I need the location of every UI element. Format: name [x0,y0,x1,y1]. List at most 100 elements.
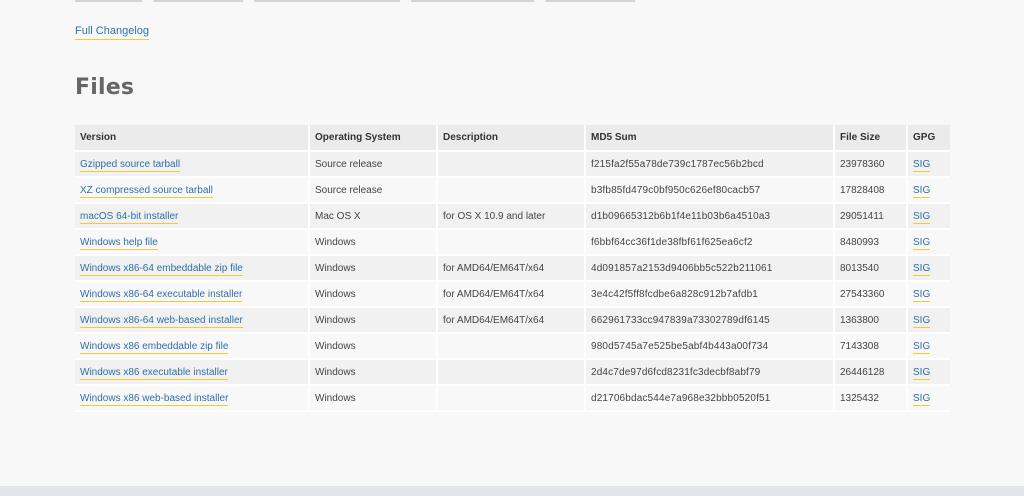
signature-link[interactable]: SIG [913,210,931,224]
version-cell: Windows x86 web-based installer [75,386,310,412]
description-cell: for AMD64/EM64T/x64 [438,256,586,282]
os-cell: Windows [310,282,438,308]
column-header-gpg: GPG [908,125,950,152]
download-link[interactable]: macOS 64-bit installer [80,210,179,224]
signature-link[interactable]: SIG [913,262,931,276]
file-size-cell: 7143308 [835,334,908,360]
md5-cell: f6bbf64cc36f1de38fbf61f625ea6cf2 [586,230,835,256]
description-cell [438,386,586,412]
download-link[interactable]: Windows x86 web-based installer [80,392,229,406]
gpg-cell: SIG [908,152,950,178]
version-cell: Windows x86 executable installer [75,360,310,386]
download-link[interactable]: Windows x86-64 executable installer [80,288,243,302]
column-header-file-size: File Size [835,125,908,152]
version-cell: XZ compressed source tarball [75,178,310,204]
signature-link[interactable]: SIG [913,314,931,328]
gpg-cell: SIG [908,204,950,230]
gpg-cell: SIG [908,386,950,412]
cropped-paragraph-text [75,0,635,2]
signature-link[interactable]: SIG [913,288,931,302]
table-row: Windows x86-64 web-based installer Windo… [75,308,950,334]
os-cell: Source release [310,152,438,178]
file-size-cell: 1325432 [835,386,908,412]
download-link[interactable]: Windows x86-64 web-based installer [80,314,243,328]
version-cell: Windows x86-64 web-based installer [75,308,310,334]
md5-cell: 4d091857a2153d9406bb5c522b211061 [586,256,835,282]
os-cell: Windows [310,386,438,412]
md5-cell: 662961733cc947839a73302789df6145 [586,308,835,334]
version-cell: macOS 64-bit installer [75,204,310,230]
signature-link[interactable]: SIG [913,184,931,198]
file-size-cell: 8013540 [835,256,908,282]
signature-link[interactable]: SIG [913,236,931,250]
download-link[interactable]: Windows x86-64 embeddable zip file [80,262,243,276]
gpg-cell: SIG [908,282,950,308]
column-header-operating-system: Operating System [310,125,438,152]
signature-link[interactable]: SIG [913,392,931,406]
description-cell [438,334,586,360]
description-cell: for OS X 10.9 and later [438,204,586,230]
column-header-version: Version [75,125,310,152]
download-link[interactable]: Windows x86 executable installer [80,366,228,380]
os-cell: Mac OS X [310,204,438,230]
file-size-cell: 17828408 [835,178,908,204]
table-row: Windows x86-64 embeddable zip file Windo… [75,256,950,282]
file-size-cell: 29051411 [835,204,908,230]
os-cell: Windows [310,360,438,386]
os-cell: Windows [310,256,438,282]
os-cell: Windows [310,230,438,256]
file-size-cell: 27543360 [835,282,908,308]
description-cell: for AMD64/EM64T/x64 [438,308,586,334]
os-cell: Source release [310,178,438,204]
version-cell: Gzipped source tarball [75,152,310,178]
md5-cell: 3e4c42f5ff8fcdbe6a828c912b7afdb1 [586,282,835,308]
full-changelog-link[interactable]: Full Changelog [75,24,149,40]
version-cell: Windows x86-64 embeddable zip file [75,256,310,282]
files-table: Version Operating System Description MD5… [75,125,950,412]
md5-cell: f215fa2f55a78de739c1787ec56b2bcd [586,152,835,178]
signature-link[interactable]: SIG [913,340,931,354]
gpg-cell: SIG [908,256,950,282]
download-link[interactable]: Windows x86 embeddable zip file [80,340,229,354]
files-heading: Files [75,75,135,100]
os-cell: Windows [310,308,438,334]
column-header-md5-sum: MD5 Sum [586,125,835,152]
table-row: XZ compressed source tarball Source rele… [75,178,950,204]
table-row: Windows help file Windows f6bbf64cc36f1d… [75,230,950,256]
gpg-cell: SIG [908,308,950,334]
table-row: Windows x86 web-based installer Windows … [75,386,950,412]
table-row: Windows x86 embeddable zip file Windows … [75,334,950,360]
download-link[interactable]: Gzipped source tarball [80,158,181,172]
file-size-cell: 26446128 [835,360,908,386]
version-cell: Windows help file [75,230,310,256]
download-link[interactable]: XZ compressed source tarball [80,184,213,198]
description-cell [438,230,586,256]
file-size-cell: 1363800 [835,308,908,334]
description-cell: for AMD64/EM64T/x64 [438,282,586,308]
version-cell: Windows x86-64 executable installer [75,282,310,308]
md5-cell: 2d4c7de97d6fcd8231fc3decbf8abf79 [586,360,835,386]
md5-cell: d21706bdac544e7a968e32bbb0520f51 [586,386,835,412]
file-size-cell: 23978360 [835,152,908,178]
md5-cell: 980d5745a7e525be5abf4b443a00f734 [586,334,835,360]
page-footer-strip [0,486,1024,496]
column-header-description: Description [438,125,586,152]
file-size-cell: 8480993 [835,230,908,256]
signature-link[interactable]: SIG [913,158,931,172]
signature-link[interactable]: SIG [913,366,931,380]
version-cell: Windows x86 embeddable zip file [75,334,310,360]
table-row: Windows x86 executable installer Windows… [75,360,950,386]
download-link[interactable]: Windows help file [80,236,158,250]
table-row: Gzipped source tarball Source release f2… [75,152,950,178]
md5-cell: b3fb85fd479c0bf950c626ef80cacb57 [586,178,835,204]
table-row: macOS 64-bit installer Mac OS X for OS X… [75,204,950,230]
table-row: Windows x86-64 executable installer Wind… [75,282,950,308]
gpg-cell: SIG [908,360,950,386]
description-cell [438,178,586,204]
os-cell: Windows [310,334,438,360]
description-cell [438,152,586,178]
md5-cell: d1b09665312b6b1f4e11b03b6a4510a3 [586,204,835,230]
table-header-row: Version Operating System Description MD5… [75,125,950,152]
gpg-cell: SIG [908,230,950,256]
gpg-cell: SIG [908,178,950,204]
